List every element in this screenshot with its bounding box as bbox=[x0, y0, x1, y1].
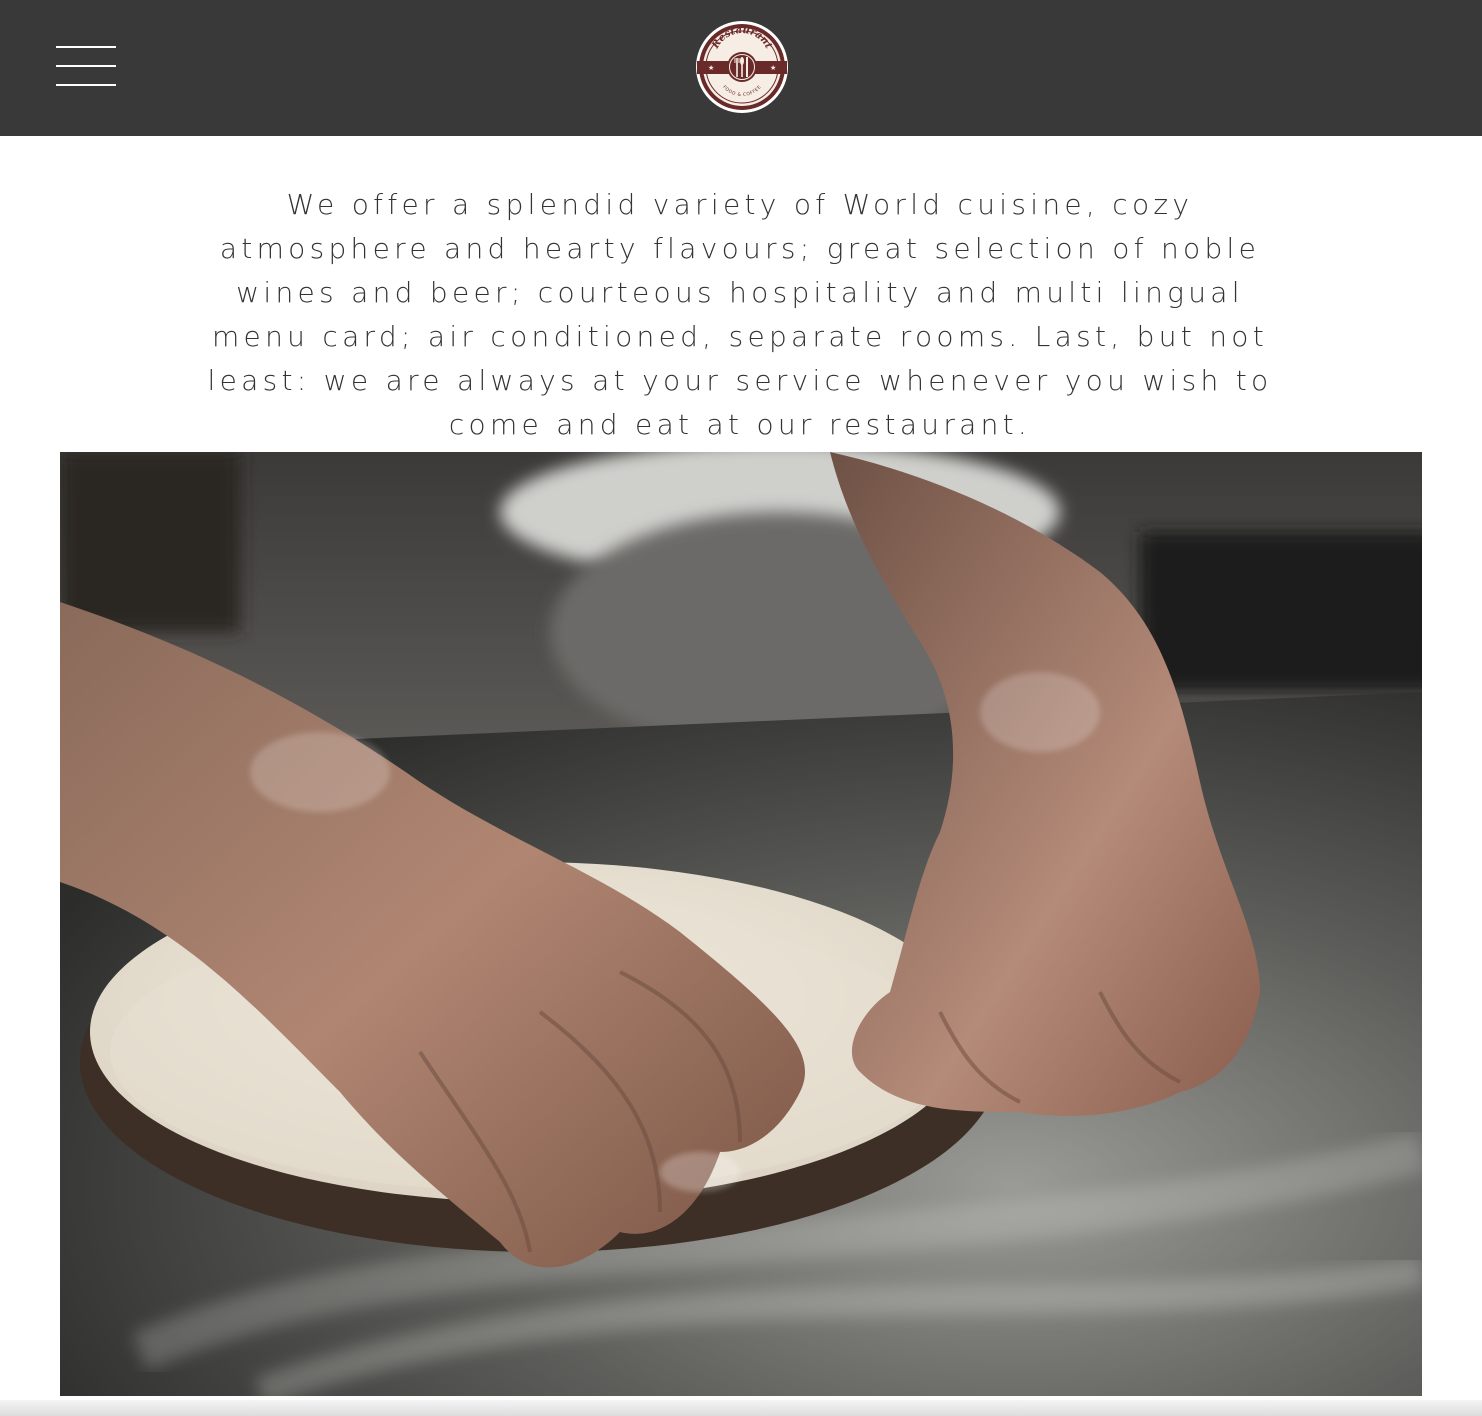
hero-photo-illustration bbox=[60, 452, 1422, 1396]
top-navigation-bar: ★ ★ Restaurant FOOD & COFFEE bbox=[0, 0, 1482, 136]
svg-text:★: ★ bbox=[708, 64, 714, 72]
hamburger-menu-icon[interactable] bbox=[52, 40, 120, 92]
logo-badge: ★ ★ Restaurant FOOD & COFFEE bbox=[696, 21, 788, 113]
menu-line bbox=[56, 46, 116, 48]
intro-paragraph: We offer a splendid variety of World cui… bbox=[207, 188, 1273, 441]
hero-image-pizza-dough bbox=[60, 452, 1422, 1396]
page-bottom-edge bbox=[0, 1400, 1482, 1416]
menu-line bbox=[56, 84, 116, 86]
menu-line bbox=[56, 65, 116, 67]
svg-text:★: ★ bbox=[770, 64, 776, 72]
restaurant-logo-icon[interactable]: ★ ★ Restaurant FOOD & COFFEE bbox=[695, 20, 789, 114]
